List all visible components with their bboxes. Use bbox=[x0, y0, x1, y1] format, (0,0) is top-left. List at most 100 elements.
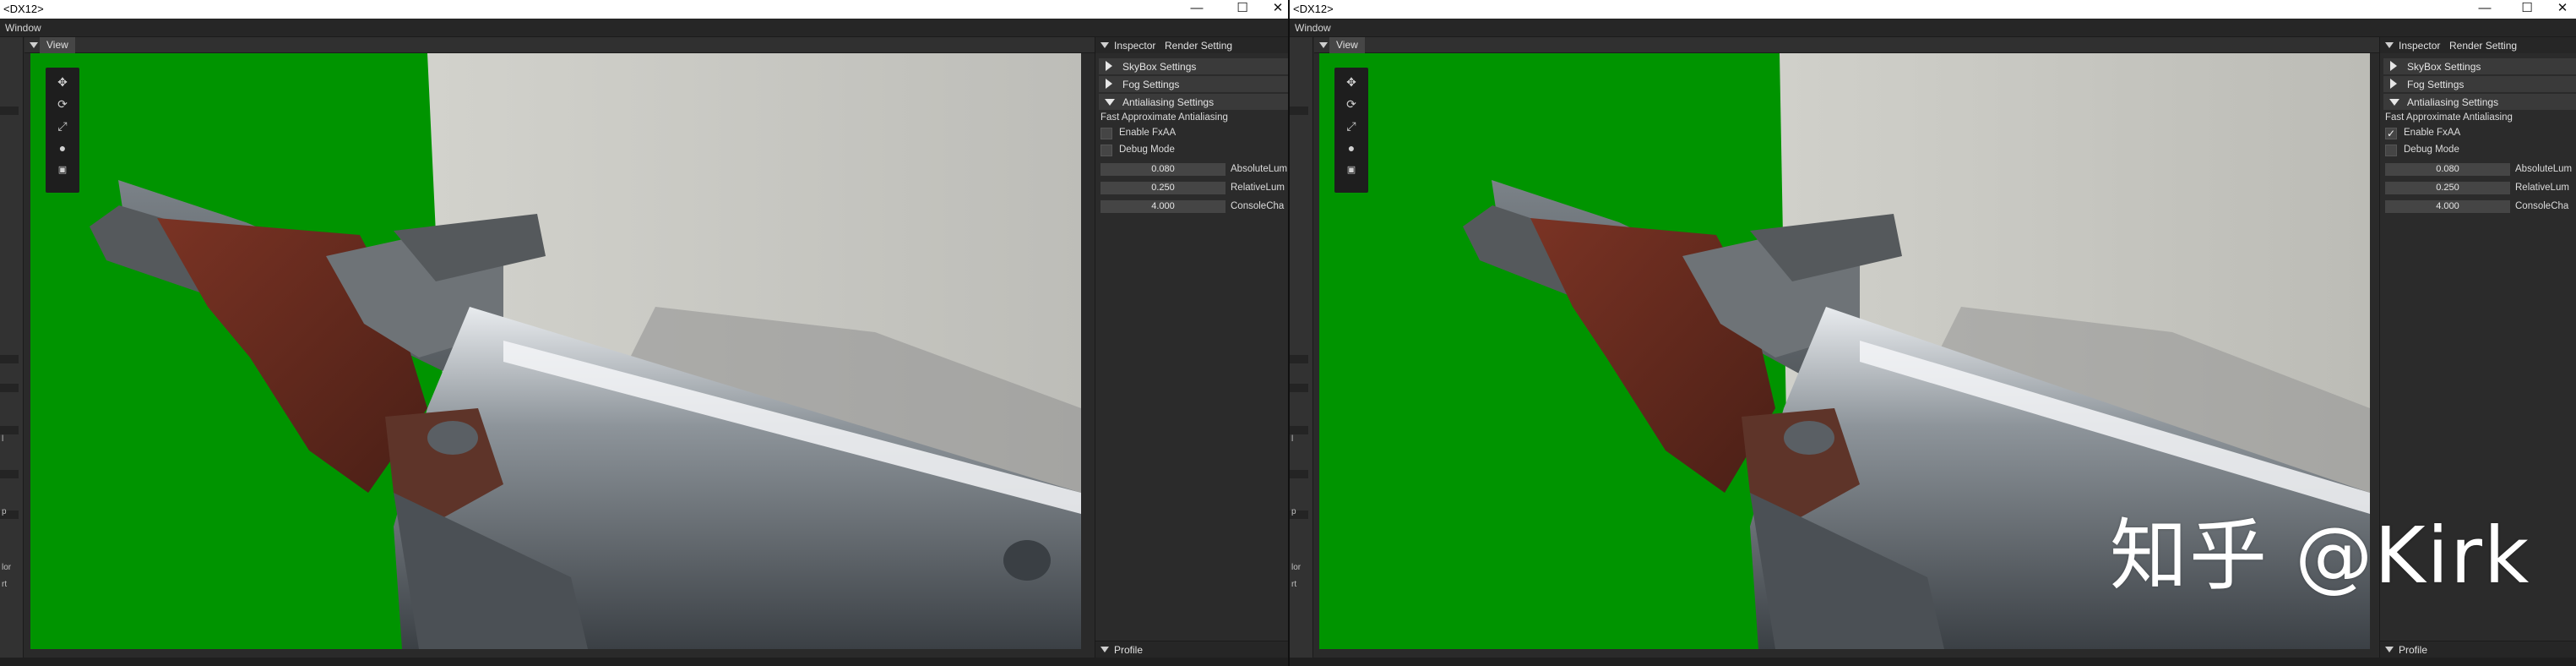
minimize-button[interactable]: — bbox=[2468, 0, 2502, 19]
window-title: <DX12> bbox=[3, 3, 44, 15]
expand-arrow-icon bbox=[1106, 79, 1112, 89]
close-button[interactable]: ✕ bbox=[2546, 0, 2576, 19]
param-row: 0.250 RelativeLum bbox=[2385, 182, 2576, 194]
tab-view[interactable]: View bbox=[40, 37, 75, 53]
maximize-button[interactable]: ☐ bbox=[1226, 0, 1259, 19]
collapse-arrow-icon[interactable] bbox=[1319, 42, 1328, 48]
camera-icon[interactable]: ▣ bbox=[52, 161, 73, 179]
zhihu-watermark: 知乎 @Kirk bbox=[2110, 510, 2531, 601]
expand-arrow-icon bbox=[2390, 61, 2397, 71]
panel-mark bbox=[0, 426, 19, 434]
tab-render-setting[interactable]: Render Setting bbox=[1165, 40, 1232, 52]
inspector-header: Inspector Render Setting bbox=[2380, 37, 2576, 53]
panel-mark bbox=[0, 384, 19, 392]
absolute-lum-field[interactable]: 0.080 bbox=[1101, 163, 1226, 176]
section-label: Antialiasing Settings bbox=[1122, 96, 1215, 108]
edge-label: l bbox=[1291, 434, 1294, 444]
section-label: SkyBox Settings bbox=[2407, 61, 2481, 73]
transform-toolbar: ✥ ⟳ ⤢ ● ▣ bbox=[1334, 68, 1368, 193]
enable-fxaa-checkbox[interactable]: ✓ bbox=[2385, 128, 2397, 139]
fxaa-heading: Fast Approximate Antialiasing bbox=[2385, 112, 2513, 123]
status-edge bbox=[0, 658, 1288, 666]
profile-panel-header[interactable]: Profile bbox=[2380, 641, 2576, 658]
relative-lum-field[interactable]: 0.250 bbox=[1101, 182, 1226, 194]
panel-mark bbox=[0, 355, 19, 363]
tab-inspector[interactable]: Inspector bbox=[1114, 40, 1155, 52]
menu-bar: Window bbox=[1290, 19, 2576, 37]
debug-mode-label: Debug Mode bbox=[2404, 145, 2459, 155]
panel-mark bbox=[0, 470, 19, 478]
relative-lum-field[interactable]: 0.250 bbox=[2385, 182, 2510, 194]
param-label: ConsoleCha bbox=[2515, 201, 2569, 211]
hierarchy-panel-edge[interactable]: l p lor rt bbox=[0, 37, 24, 658]
console-charpness-field[interactable]: 4.000 bbox=[1101, 200, 1226, 213]
light-icon[interactable]: ● bbox=[52, 139, 73, 157]
param-label: ConsoleCha bbox=[1231, 201, 1285, 211]
section-fog[interactable]: Fog Settings bbox=[2383, 76, 2576, 92]
panel-mark bbox=[0, 106, 19, 115]
section-antialiasing[interactable]: Antialiasing Settings bbox=[2383, 94, 2576, 110]
profile-label: Profile bbox=[2399, 644, 2428, 656]
transform-toolbar: ✥ ⟳ ⤢ ● ▣ bbox=[46, 68, 79, 193]
param-row: 0.080 AbsoluteLum bbox=[2385, 163, 2576, 176]
collapse-arrow-icon bbox=[2389, 99, 2399, 106]
inspector-panel: Inspector Render Setting SkyBox Settings… bbox=[1095, 37, 1288, 666]
edge-label: rt bbox=[1291, 580, 1297, 589]
panel-mark bbox=[1290, 426, 1308, 434]
collapse-arrow-icon bbox=[1101, 647, 1109, 652]
collapse-arrow-icon bbox=[1105, 99, 1115, 106]
edge-label: p bbox=[2, 507, 7, 516]
panel-mark bbox=[1290, 384, 1308, 392]
enable-fxaa-label: Enable FxAA bbox=[2404, 128, 2461, 138]
scene-viewport[interactable] bbox=[30, 53, 1081, 649]
enable-fxaa-checkbox[interactable] bbox=[1101, 128, 1112, 139]
tab-render-setting[interactable]: Render Setting bbox=[2449, 40, 2517, 52]
section-skybox[interactable]: SkyBox Settings bbox=[2383, 58, 2576, 74]
tab-view[interactable]: View bbox=[1329, 37, 1365, 53]
param-row: 0.250 RelativeLum bbox=[1101, 182, 1288, 194]
profile-panel-header[interactable]: Profile bbox=[1095, 641, 1288, 658]
section-skybox[interactable]: SkyBox Settings bbox=[1099, 58, 1288, 74]
maximize-button[interactable]: ☐ bbox=[2510, 0, 2544, 19]
app-window-left: <DX12> — ☐ ✕ Window l p lor rt View ✥ ⟳ … bbox=[0, 0, 1288, 666]
expand-arrow-icon bbox=[2390, 79, 2397, 89]
menu-window[interactable]: Window bbox=[1295, 22, 1331, 34]
collapse-arrow-icon[interactable] bbox=[1101, 42, 1109, 48]
menu-window[interactable]: Window bbox=[5, 22, 41, 34]
hierarchy-panel-edge[interactable]: l p lor rt bbox=[1290, 37, 1313, 658]
move-icon[interactable]: ✥ bbox=[52, 73, 73, 91]
param-row: 0.080 AbsoluteLum bbox=[1101, 163, 1288, 176]
tab-inspector[interactable]: Inspector bbox=[2399, 40, 2440, 52]
rotate-icon[interactable]: ⟳ bbox=[52, 95, 73, 113]
debug-mode-checkbox[interactable] bbox=[1101, 145, 1112, 156]
light-icon[interactable]: ● bbox=[1341, 139, 1361, 157]
move-icon[interactable]: ✥ bbox=[1341, 73, 1361, 91]
debug-mode-label: Debug Mode bbox=[1119, 145, 1175, 155]
edge-label: lor bbox=[2, 563, 12, 572]
section-label: SkyBox Settings bbox=[1122, 61, 1197, 73]
scale-icon[interactable]: ⤢ bbox=[52, 117, 73, 135]
scale-icon[interactable]: ⤢ bbox=[1341, 117, 1361, 135]
rotate-icon[interactable]: ⟳ bbox=[1341, 95, 1361, 113]
absolute-lum-field[interactable]: 0.080 bbox=[2385, 163, 2510, 176]
collapse-arrow-icon[interactable] bbox=[2385, 42, 2394, 48]
debug-mode-checkbox[interactable] bbox=[2385, 145, 2397, 156]
collapse-arrow-icon[interactable] bbox=[30, 42, 38, 48]
console-charpness-field[interactable]: 4.000 bbox=[2385, 200, 2510, 213]
camera-icon[interactable]: ▣ bbox=[1341, 161, 1361, 179]
close-button[interactable]: ✕ bbox=[1261, 0, 1288, 19]
param-label: RelativeLum bbox=[1231, 183, 1285, 193]
status-edge bbox=[1290, 658, 2576, 666]
section-antialiasing[interactable]: Antialiasing Settings bbox=[1099, 94, 1288, 110]
section-label: Fog Settings bbox=[2407, 79, 2465, 90]
minimize-button[interactable]: — bbox=[1180, 0, 1214, 19]
panel-mark bbox=[1290, 106, 1308, 115]
section-fog[interactable]: Fog Settings bbox=[1099, 76, 1288, 92]
title-bar: <DX12> — ☐ ✕ bbox=[0, 0, 1288, 19]
edge-label: l bbox=[2, 434, 4, 444]
inspector-header: Inspector Render Setting bbox=[1095, 37, 1288, 53]
rifle-render bbox=[30, 53, 1081, 649]
edge-label: rt bbox=[2, 580, 8, 589]
param-label: AbsoluteLum bbox=[2515, 164, 2573, 174]
param-label: AbsoluteLum bbox=[1231, 164, 1288, 174]
